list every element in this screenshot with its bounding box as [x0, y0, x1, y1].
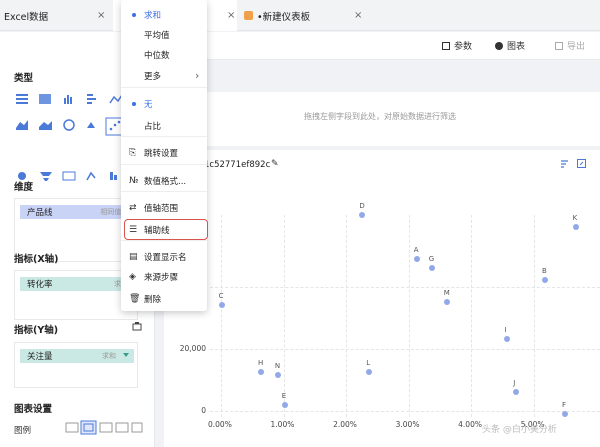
menu-separator: [121, 136, 207, 137]
menu-separator: [121, 164, 207, 165]
chart-toolbar: 参数 图表 导出: [156, 32, 600, 60]
export-icon: [555, 41, 563, 50]
menu-item-label: 求和: [144, 11, 162, 21]
y-field-label: 关注量: [27, 352, 53, 362]
dimension-field-label: 产品线: [27, 208, 53, 218]
menu-item-5[interactable]: 无: [121, 94, 207, 114]
tab-excel-data[interactable]: Excel数据 ×: [0, 0, 112, 31]
menu-item-label: 值轴范围: [144, 204, 179, 214]
chart-type-row-1: [16, 94, 123, 104]
menu-item-label: 占比: [144, 122, 162, 132]
x-field-pill[interactable]: 转化率 求和: [20, 277, 134, 291]
number-format-icon: №: [129, 176, 139, 186]
field-context-menu: 求和 平均值 中位数 更多 › 无占比 ⎘ 跳转设置 № 数值格式... ⇄ 值轴范围 ☰ 辅助线 ▤ 设置显…: [121, 0, 207, 311]
chart-label: 图表: [507, 42, 526, 52]
tab-new-dashboard[interactable]: •新建仪表板 ×: [238, 0, 362, 31]
menu-item-label: 删除: [144, 295, 162, 305]
menu-item-label: 数值格式...: [144, 177, 187, 187]
menu-separator: [121, 191, 207, 192]
dimension-title: 维度: [14, 182, 34, 193]
selected-dot-icon: [132, 13, 136, 17]
menu-item-label: 中位数: [144, 51, 170, 61]
y-axis-settings-icon[interactable]: [132, 321, 142, 331]
jump-icon: ⎘: [129, 148, 137, 158]
y-field-dropdown-icon[interactable]: [123, 353, 129, 357]
chart-settings-title: 图表设置: [14, 404, 53, 415]
expand-icon[interactable]: [577, 159, 586, 168]
chart-type-row-2: [16, 117, 124, 136]
chart-type-icons[interactable]: [16, 92, 126, 192]
chart-add-icon: [495, 41, 503, 50]
menu-item-11[interactable]: ▤ 设置显示名: [121, 247, 207, 267]
y-axis-drop-zone[interactable]: 关注量 求和: [14, 342, 138, 388]
legend-position-buttons: [65, 420, 143, 435]
legend-position-options: [64, 420, 144, 436]
menu-item-13[interactable]: 🗑 删除: [121, 289, 207, 309]
menu-item-2[interactable]: 平均值: [121, 25, 207, 45]
menu-item-label: 跳转设置: [144, 149, 179, 159]
edit-title-icon[interactable]: ✎: [271, 159, 279, 169]
x-axis-drop-zone[interactable]: 转化率 求和: [14, 270, 138, 320]
chart-type-title: 类型: [14, 73, 34, 84]
selected-dot-icon: [132, 102, 136, 106]
close-tab-icon[interactable]: ×: [97, 10, 105, 21]
highlight-box: [124, 219, 208, 240]
params-button[interactable]: 参数: [442, 39, 472, 52]
watermark: 头条 @白小美分析: [482, 425, 557, 435]
axis-range-icon: ⇄: [129, 203, 137, 213]
chart-card: 1c52771ef892c ✎: [164, 150, 600, 447]
export-button[interactable]: 导出: [555, 39, 585, 52]
x-axis-title: 指标(X轴): [14, 254, 59, 265]
dashboard-tab-icon: [244, 11, 253, 20]
legend-label: 图例: [14, 426, 32, 436]
trash-icon: 🗑: [129, 294, 141, 304]
params-icon: [442, 41, 450, 50]
chevron-right-icon: ›: [195, 69, 200, 82]
y-field-pill[interactable]: 关注量 求和: [20, 349, 134, 363]
source-step-icon: ◈: [129, 272, 136, 282]
menu-item-3[interactable]: 中位数: [121, 45, 207, 65]
menu-item-9[interactable]: ⇄ 值轴范围: [121, 198, 207, 218]
tab-bar: Excel数据 × × •新建仪表板 ×: [0, 0, 600, 31]
x-field-label: 转化率: [27, 280, 53, 290]
menu-item-label: 无: [144, 100, 153, 110]
menu-item-label: 平均值: [144, 31, 170, 41]
menu-separator: [121, 240, 207, 241]
export-label: 导出: [567, 42, 586, 52]
menu-item-4[interactable]: 更多 ›: [121, 66, 207, 86]
menu-item-label: 来源步骤: [144, 273, 179, 283]
chart-title[interactable]: 1c52771ef892c: [204, 160, 270, 170]
menu-item-8[interactable]: № 数值格式...: [121, 171, 207, 191]
tab-label: Excel数据: [4, 11, 49, 23]
dimension-field-pill[interactable]: 产品线 相同值...: [20, 205, 134, 219]
close-tab-icon[interactable]: ×: [354, 10, 362, 21]
filter-hint: 拖拽左侧字段到此处，对原始数据进行筛选: [304, 112, 456, 121]
params-label: 参数: [454, 42, 473, 52]
menu-item-7[interactable]: ⎘ 跳转设置: [121, 143, 207, 163]
close-tab-icon[interactable]: ×: [227, 10, 235, 21]
y-field-sub: 求和: [102, 352, 116, 360]
tab-label: •新建仪表板: [257, 11, 311, 23]
rename-icon: ▤: [129, 252, 138, 262]
menu-item-6[interactable]: 占比: [121, 116, 207, 136]
chart-type-grid: [16, 92, 126, 192]
menu-separator: [121, 87, 207, 88]
menu-item-1[interactable]: 求和: [121, 5, 207, 25]
menu-item-label: 设置显示名: [144, 253, 187, 263]
menu-item-label: 更多: [144, 72, 162, 82]
sort-icon[interactable]: [560, 159, 569, 168]
chart-button[interactable]: 图表: [495, 39, 525, 52]
y-axis-title: 指标(Y轴): [14, 325, 59, 336]
menu-item-12[interactable]: ◈ 来源步骤: [121, 267, 207, 287]
filter-drop-zone[interactable]: 拖拽左侧字段到此处，对原始数据进行筛选: [156, 92, 600, 146]
